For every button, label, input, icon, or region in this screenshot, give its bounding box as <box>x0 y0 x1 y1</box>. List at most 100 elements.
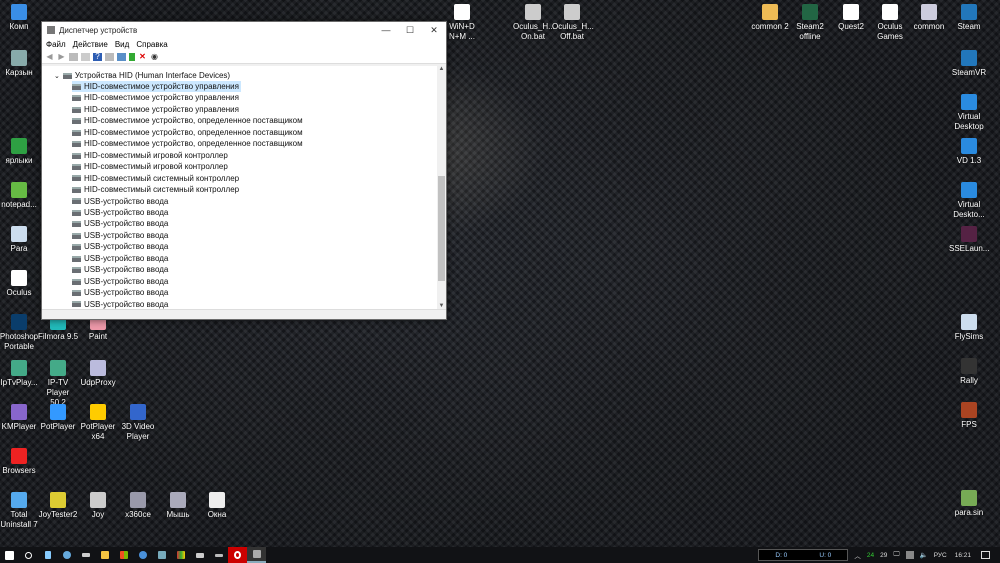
tray-app-icon[interactable] <box>905 551 914 559</box>
desktop-icon[interactable]: x360ce <box>118 492 158 520</box>
scrollbar-thumb[interactable] <box>438 176 445 281</box>
desktop-icon[interactable]: PotPlayer x64 <box>78 404 118 442</box>
magnifier-taskbar-icon[interactable] <box>57 547 76 563</box>
device-item[interactable]: HID-совместимое устройство управления <box>72 92 241 103</box>
tree-category-hid[interactable]: ⌄ Устройства HID (Human Interface Devices… <box>54 70 230 81</box>
desktop-icon[interactable]: Комп <box>0 4 39 32</box>
desktop-icon[interactable]: Мышь <box>158 492 198 520</box>
menu-view[interactable]: Вид <box>115 40 129 49</box>
device-item[interactable]: HID-совместимый системный контроллер <box>72 173 241 184</box>
device-item[interactable]: USB-устройство ввода <box>72 276 170 287</box>
device-item[interactable]: HID-совместимое устройство, определенное… <box>72 127 305 138</box>
device-item[interactable]: USB-устройство ввода <box>72 264 170 275</box>
network-icon[interactable]: 🖵 <box>893 551 899 559</box>
device-item[interactable]: HID-совместимое устройство, определенное… <box>72 115 305 126</box>
language-indicator[interactable]: РУС <box>934 552 947 559</box>
desktop-icon[interactable]: Oculus_H... On.bat <box>513 4 555 42</box>
device-item[interactable]: USB-устройство ввода <box>72 196 170 207</box>
forward-icon[interactable]: ▶ <box>57 53 66 61</box>
device-item[interactable]: HID-совместимое устройство, определенное… <box>72 138 305 149</box>
device-item[interactable]: USB-устройство ввода <box>72 218 170 229</box>
file-explorer-icon[interactable] <box>95 547 114 563</box>
device-item[interactable]: USB-устройство ввода <box>72 287 170 298</box>
maximize-button[interactable]: ☐ <box>398 25 422 36</box>
desktop-icon[interactable]: WiN+D N+M ... <box>442 4 482 42</box>
device-item[interactable]: USB-устройство ввода <box>72 230 170 241</box>
chevron-up-icon[interactable]: ︿ <box>854 550 861 560</box>
desktop-icon[interactable]: Steam <box>949 4 989 32</box>
device-item[interactable]: HID-совместимое устройство управления <box>72 81 241 92</box>
view-icon[interactable] <box>105 53 114 61</box>
menu-action[interactable]: Действие <box>73 40 108 49</box>
gamepad-taskbar-icon[interactable] <box>190 547 209 563</box>
vertical-scrollbar[interactable]: ▲ ▼ <box>437 66 446 309</box>
desktop-icon[interactable]: JoyTester2 <box>38 492 78 520</box>
device-tree[interactable]: ⌄ Устройства HID (Human Interface Devices… <box>42 66 437 309</box>
properties-icon[interactable] <box>69 53 78 61</box>
back-icon[interactable]: ◀ <box>45 53 54 61</box>
device-item[interactable]: USB-устройство ввода <box>72 241 170 252</box>
menu-file[interactable]: Файл <box>46 40 66 49</box>
desktop-icon[interactable]: SSELaun... <box>949 226 989 254</box>
help-icon[interactable]: ? <box>93 53 102 61</box>
plane-taskbar-icon[interactable] <box>209 547 228 563</box>
desktop-icon[interactable]: FlySims <box>949 314 989 342</box>
device-item[interactable]: USB-устройство ввода <box>72 253 170 264</box>
desktop-icon[interactable]: Oculus Games <box>870 4 910 42</box>
desktop-icon[interactable]: KMPlayer <box>0 404 39 432</box>
device-item[interactable]: USB-устройство ввода <box>72 299 170 309</box>
desktop-icon[interactable]: IP-TV Player 50.2 <box>38 360 78 408</box>
desktop-icon[interactable]: ярлыки <box>0 138 39 166</box>
desktop-icon[interactable]: Oculus <box>0 270 39 298</box>
desktop-icon[interactable]: VD 1.3 <box>949 138 989 166</box>
start-button[interactable] <box>0 547 19 563</box>
minimize-button[interactable]: — <box>374 25 398 35</box>
desktop-icon[interactable]: IpTvPlay... <box>0 360 39 388</box>
menu-help[interactable]: Справка <box>136 40 167 49</box>
desktop-icon[interactable]: Para <box>0 226 39 254</box>
scroll-up-icon[interactable]: ▲ <box>437 66 446 72</box>
clock[interactable]: 16:21 <box>955 552 971 559</box>
chevron-down-icon[interactable]: ⌄ <box>54 73 60 80</box>
desktop-icon[interactable]: SteamVR <box>949 50 989 78</box>
desktop-icon[interactable]: Rally <box>949 358 989 386</box>
device-manager-taskbar-icon[interactable] <box>247 547 266 563</box>
notifications-icon[interactable] <box>981 551 990 559</box>
search-icon[interactable] <box>19 547 38 563</box>
desktop-icon[interactable]: Total Uninstall 7 <box>0 492 39 530</box>
device-item[interactable]: USB-устройство ввода <box>72 207 170 218</box>
device-item[interactable]: HID-совместимый игровой контроллер <box>72 161 230 172</box>
opera-taskbar-icon[interactable] <box>228 547 247 563</box>
desktop-icon[interactable]: Virtual Deskto... <box>949 182 989 220</box>
notepad-taskbar-icon[interactable] <box>38 547 57 563</box>
uninstall-icon[interactable]: ✕ <box>138 53 147 61</box>
console-icon[interactable] <box>81 53 90 61</box>
desktop-icon[interactable]: Virtual Desktop <box>949 94 989 132</box>
desktop-icon[interactable]: common <box>909 4 949 32</box>
desktop-icon[interactable]: Joy <box>78 492 118 520</box>
desktop-icon[interactable]: Browsers <box>0 448 39 476</box>
store-icon[interactable] <box>114 547 133 563</box>
volume-icon[interactable]: 🔈 <box>920 551 928 559</box>
desktop-icon[interactable]: PotPlayer <box>38 404 78 432</box>
desktop-icon[interactable]: Oculus_H... Off.bat <box>552 4 594 42</box>
desktop-icon[interactable]: Окна <box>197 492 237 520</box>
title-bar[interactable]: Диспетчер устройств — ☐ ✕ <box>42 22 446 38</box>
desktop-icon[interactable]: notepad... <box>0 182 39 210</box>
update-driver-icon[interactable] <box>129 53 135 61</box>
desktop-icon[interactable]: Quest2 <box>831 4 871 32</box>
desktop-icon[interactable]: para.sin <box>949 490 989 518</box>
disable-icon[interactable]: ◉ <box>150 53 159 61</box>
scan-hardware-icon[interactable] <box>117 53 126 61</box>
desktop-icon[interactable]: Photoshop Portable <box>0 314 39 352</box>
device-item[interactable]: HID-совместимый системный контроллер <box>72 184 241 195</box>
tv-taskbar-icon[interactable] <box>171 547 190 563</box>
device-item[interactable]: HID-совместимое устройство управления <box>72 104 241 115</box>
desktop-icon[interactable]: 3D Video Player <box>118 404 158 442</box>
desktop-icon[interactable]: Карзын <box>0 50 39 78</box>
close-button[interactable]: ✕ <box>422 25 446 36</box>
desktop-icon[interactable]: UdpProxy <box>78 360 118 388</box>
desktop-icon[interactable]: common 2 <box>750 4 790 32</box>
desktop-icon[interactable]: Steam2 offline <box>790 4 830 42</box>
desktop-icon[interactable]: FPS <box>949 402 989 430</box>
